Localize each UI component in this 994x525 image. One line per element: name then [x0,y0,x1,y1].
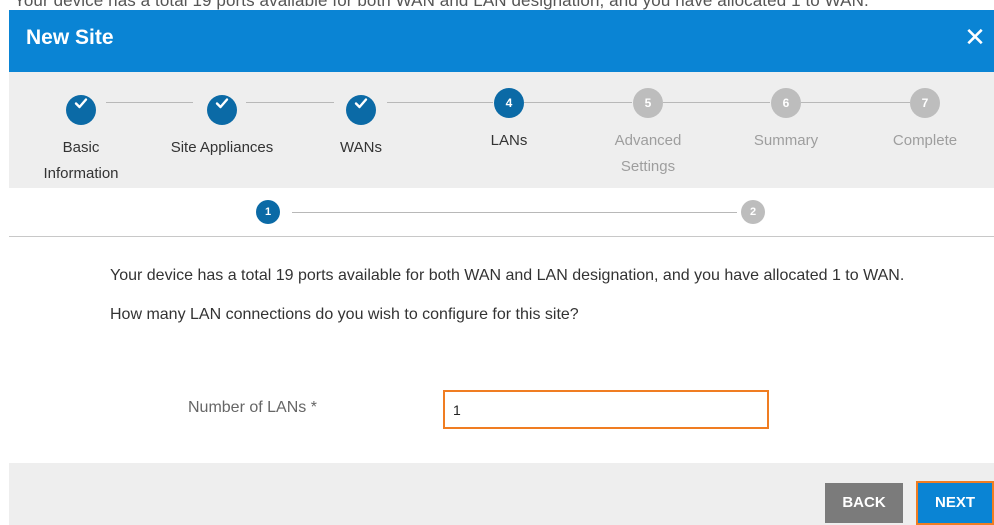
wizard-step-summary: 6 Summary [716,88,856,154]
close-icon[interactable]: ✕ [960,22,990,52]
wizard-step-basic-information[interactable]: Basic Information [11,88,151,187]
number-of-lans-label: Number of LANs * [188,399,317,416]
step-label: Summary [753,132,819,149]
substep-connector [292,212,737,213]
background-text: Your device has a total 19 ports availab… [14,0,869,10]
next-button[interactable]: NEXT [916,481,994,525]
step-label: Basic Information [43,139,119,182]
checkmark-icon [346,95,376,125]
checkmark-icon [66,95,96,125]
dialog-header: New Site ✕ [9,10,994,72]
info-text: Your device has a total 19 ports availab… [110,267,905,284]
checkmark-icon [207,95,237,125]
step-label: Site Appliances [170,139,274,156]
wizard-step-site-appliances[interactable]: Site Appliances [152,88,292,161]
step-label: LANs [490,132,528,149]
step-label: WANs [340,139,382,156]
step-label: Complete [892,132,958,149]
step-number: 7 [910,88,940,118]
content-body: Your device has a total 19 ports availab… [110,262,910,340]
back-button[interactable]: BACK [825,483,903,523]
wizard-step-lans[interactable]: 4 LANs [439,88,579,154]
wizard-stepper: Basic Information Site Appliances WANs 4… [9,72,994,188]
question-text: How many LAN connections do you wish to … [110,306,579,323]
step-number: 6 [771,88,801,118]
sub-stepper: 1 2 [9,188,994,237]
step-number: 5 [633,88,663,118]
wizard-step-wans[interactable]: WANs [291,88,431,161]
step-label: Advanced Settings [614,132,682,175]
step-number: 4 [494,88,524,118]
background-text-strip: Your device has a total 19 ports availab… [0,0,994,10]
number-of-lans-input[interactable] [443,390,769,429]
wizard-step-advanced-settings: 5 Advanced Settings [578,88,718,180]
substep-2: 2 [741,200,765,224]
substep-1: 1 [256,200,280,224]
wizard-step-complete: 7 Complete [855,88,994,154]
dialog-title: New Site [26,26,114,49]
